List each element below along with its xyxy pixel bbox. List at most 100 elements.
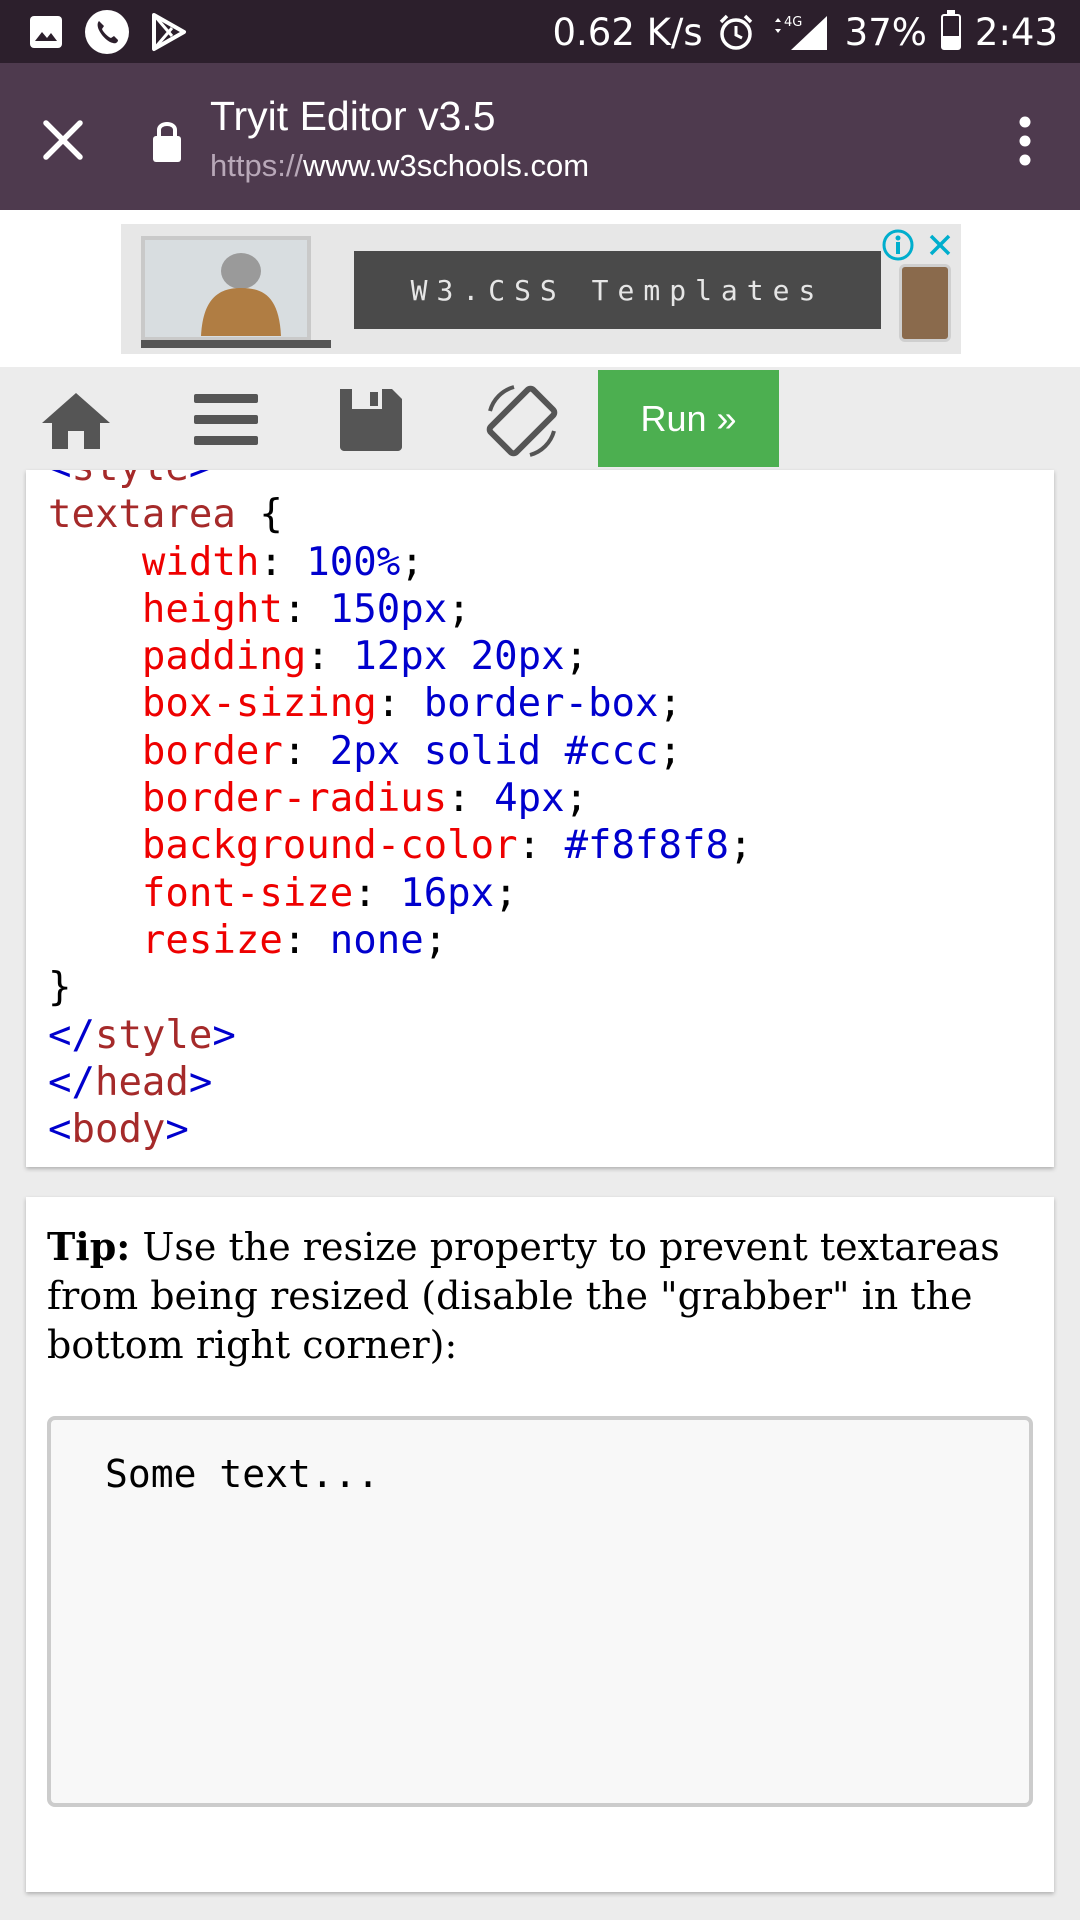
code-colon: :	[282, 586, 330, 632]
code-bracket: >	[188, 1059, 213, 1105]
code-property: box-sizing	[141, 681, 377, 727]
code-line: </style>	[48, 1013, 236, 1058]
code-line: box-sizing: border-box;	[48, 681, 682, 726]
ad-headline[interactable]: W3.CSS Templates	[354, 251, 881, 329]
editor-toolbar: Run »	[0, 367, 1080, 470]
rotate-icon[interactable]	[480, 379, 564, 463]
code-value: 12px 20px	[353, 634, 565, 680]
tip-paragraph: Tip: Use the resize property to prevent …	[47, 1222, 1037, 1370]
ad-container: W3.CSS Templates	[0, 210, 1080, 367]
code-brace: {	[235, 492, 283, 538]
save-icon[interactable]	[330, 385, 410, 455]
home-icon[interactable]	[36, 385, 116, 455]
result-panel: Tip: Use the resize property to prevent …	[26, 1197, 1054, 1892]
code-line: padding: 12px 20px;	[48, 634, 588, 679]
code-line: <body>	[48, 1107, 189, 1152]
code-property: height	[141, 586, 283, 632]
code-line: height: 150px;	[48, 587, 471, 632]
clock: 2:43	[974, 10, 1058, 54]
notification-icons	[28, 8, 188, 56]
code-tag: head	[94, 1059, 189, 1105]
code-semicolon: ;	[400, 539, 424, 585]
code-value: 150px	[329, 586, 448, 632]
code-property: width	[141, 539, 260, 585]
browser-toolbar: Tryit Editor v3.5 https://www.w3schools.…	[0, 63, 1080, 210]
code-line: border: 2px solid #ccc;	[48, 729, 682, 774]
code-bracket: <	[48, 470, 71, 490]
tip-text: Use the resize property to prevent texta…	[47, 1225, 1000, 1367]
code-value: #f8f8f8	[564, 823, 729, 869]
code-editor[interactable]: <style> textarea { width: 100%; height: …	[26, 470, 1054, 1167]
code-colon: :	[376, 681, 424, 727]
phone-call-icon	[85, 10, 129, 54]
code-colon: :	[282, 728, 330, 774]
code-line: font-size: 16px;	[48, 871, 518, 916]
code-line: width: 100%;	[48, 540, 424, 585]
code-value: none	[329, 917, 424, 963]
code-value: 4px	[494, 776, 565, 822]
close-tab-icon[interactable]	[30, 107, 96, 173]
code-line: textarea {	[48, 492, 283, 537]
url-scheme: https://	[210, 148, 304, 183]
code-semicolon: ;	[564, 634, 589, 680]
code-bracket: <	[48, 1107, 72, 1153]
code-property: border	[141, 728, 283, 774]
code-semicolon: ;	[423, 917, 448, 963]
code-tag: body	[71, 1107, 166, 1153]
ad-phone-image	[899, 264, 951, 342]
code-property: background-color	[141, 823, 518, 869]
code-semicolon: ;	[447, 586, 471, 632]
code-semicolon: ;	[564, 776, 589, 822]
code-colon: :	[259, 539, 307, 585]
code-tag: style	[71, 470, 188, 490]
ad-laptop-image	[141, 236, 331, 348]
page-url[interactable]: https://www.w3schools.com	[210, 148, 589, 184]
code-bracket: >	[165, 1107, 189, 1153]
code-bracket: </	[48, 1059, 95, 1105]
code-colon: :	[353, 870, 401, 916]
code-colon: :	[306, 634, 354, 680]
code-colon: :	[282, 917, 330, 963]
status-bar: 0.62 K/s 4G 37% 2:43	[0, 0, 1080, 63]
ad-banner[interactable]: W3.CSS Templates	[121, 224, 961, 354]
net-speed: 0.62 K/s	[552, 10, 703, 54]
play-store-icon	[152, 13, 186, 51]
ad-info-icon[interactable]	[881, 228, 915, 262]
battery-percent: 37%	[844, 10, 927, 54]
overflow-menu-icon[interactable]	[1000, 111, 1050, 171]
code-semicolon: ;	[658, 728, 682, 774]
url-host: www.w3schools.com	[303, 148, 590, 183]
svg-text:4G: 4G	[784, 15, 802, 30]
code-semicolon: ;	[658, 681, 682, 727]
demo-textarea[interactable]	[47, 1416, 1033, 1807]
code-line: resize: none;	[48, 918, 447, 963]
tip-label: Tip:	[47, 1224, 131, 1269]
code-value: 100%	[306, 539, 401, 585]
code-line: }	[48, 965, 71, 1010]
code-value: 16px	[400, 870, 495, 916]
code-tag: style	[94, 1012, 213, 1058]
code-line: <style>	[48, 470, 212, 490]
code-property: padding	[141, 634, 307, 680]
code-text: <style> textarea { width: 100%; height: …	[48, 470, 752, 1153]
code-brace: }	[48, 965, 72, 1011]
code-semicolon: ;	[728, 823, 753, 869]
code-selector: textarea	[48, 492, 236, 538]
menu-icon[interactable]	[186, 385, 266, 455]
code-property: border-radius	[141, 776, 448, 822]
code-bracket: </	[48, 1012, 95, 1058]
run-button[interactable]: Run »	[598, 370, 779, 467]
ad-close-icon[interactable]	[923, 228, 957, 262]
code-bracket: >	[212, 1012, 236, 1058]
code-property: resize	[141, 917, 283, 963]
signal-4g-icon: 4G	[774, 15, 827, 50]
